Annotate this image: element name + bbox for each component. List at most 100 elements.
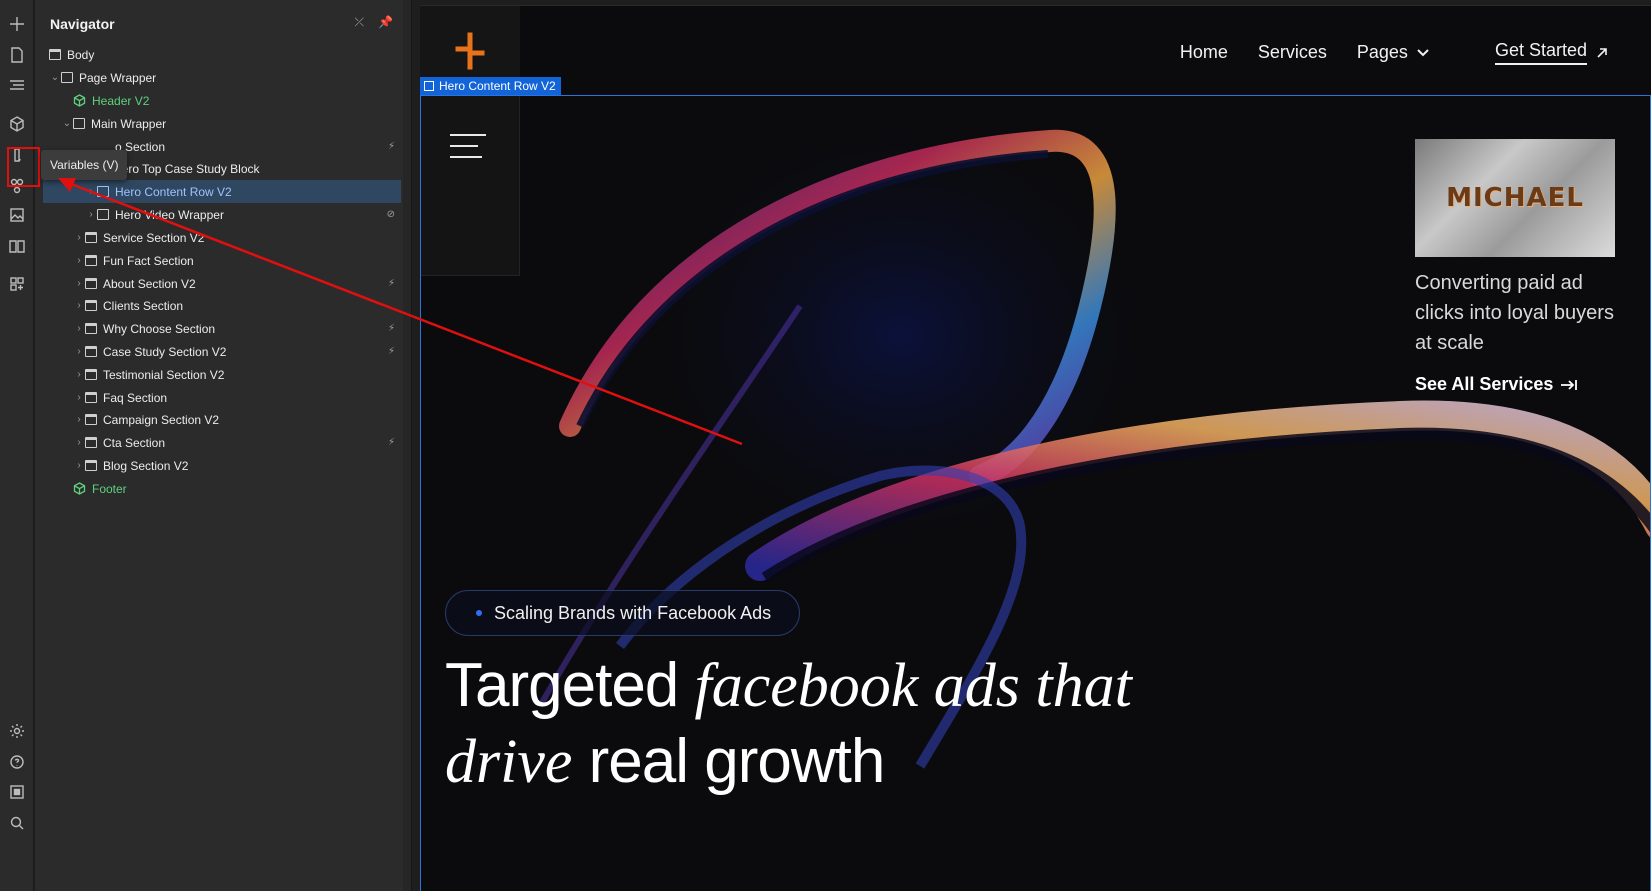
pin-icon[interactable]: 📌 — [378, 15, 393, 30]
div-block-icon — [61, 72, 73, 83]
nav-link-services[interactable]: Services — [1258, 42, 1327, 63]
section-icon — [85, 323, 97, 334]
collapse-icon[interactable]: ⤫ — [354, 15, 364, 30]
chevron-down-icon[interactable]: ⌄ — [49, 72, 61, 83]
tree-row-hero-content-row[interactable]: › Hero Content Row V2 — [43, 180, 401, 203]
component-cube-icon — [73, 482, 86, 495]
interaction-bolt-icon: ⚡ — [387, 141, 395, 152]
tree-row-body[interactable]: Body — [43, 43, 401, 66]
navigator-layers-icon[interactable] — [5, 73, 29, 97]
hero-heading-part: Targeted — [445, 651, 679, 720]
tree-row-label: Hero Top Case Study Block — [113, 161, 260, 176]
navigator-scrollbar[interactable] — [403, 0, 411, 891]
thumbnail-logo-text: MICHAEL — [1446, 183, 1584, 213]
tree-row-label: Testimonial Section V2 — [103, 367, 225, 382]
hidden-visibility-icon: ⊘ — [386, 209, 395, 220]
tree-row-faq-section[interactable]: › Faq Section — [43, 386, 401, 409]
apps-grid-icon[interactable] — [5, 272, 29, 296]
div-block-icon — [97, 209, 109, 220]
chevron-right-icon[interactable]: › — [73, 437, 85, 448]
chevron-right-icon[interactable]: › — [73, 369, 85, 380]
tree-row-label: Faq Section — [103, 390, 168, 405]
tree-row-about-section[interactable]: › About Section V2 ⚡ — [43, 272, 401, 295]
audit-square-icon[interactable] — [5, 780, 29, 804]
section-icon — [85, 346, 97, 357]
section-icon — [85, 437, 97, 448]
tree-row-label: Fun Fact Section — [103, 253, 194, 268]
tree-row-testimonial-section[interactable]: › Testimonial Section V2 — [43, 363, 401, 386]
tree-row-case-study-section[interactable]: › Case Study Section V2 ⚡ — [43, 340, 401, 363]
tree-row-label: Hero Video Wrapper — [115, 207, 224, 222]
section-icon — [85, 414, 97, 425]
hamburger-menu-icon[interactable] — [450, 134, 486, 167]
navigator-panel: Navigator ⤫ 📌 Body ⌄ Page Wrapper Header… — [35, 0, 412, 891]
div-block-icon — [424, 81, 434, 91]
tree-row-clients-section[interactable]: › Clients Section — [43, 294, 401, 317]
tree-row-label: About Section V2 — [103, 276, 196, 291]
components-cube-icon[interactable] — [5, 112, 29, 136]
chevron-down-icon[interactable]: ⌄ — [61, 118, 73, 129]
hero-heading: Targeted facebook ads that drive real gr… — [445, 648, 1205, 800]
see-all-services-link[interactable]: See All Services — [1415, 374, 1579, 395]
settings-gear-icon[interactable] — [5, 719, 29, 743]
tree-row-label: Hero Content Row V2 — [115, 184, 232, 199]
component-cube-icon — [73, 94, 86, 107]
design-canvas[interactable]: Home Services Pages Get Started Hero Con… — [420, 5, 1651, 891]
tree-row-footer[interactable]: Footer — [43, 477, 401, 500]
assets-image-icon[interactable] — [5, 203, 29, 227]
selected-element-label: Hero Content Row V2 — [439, 79, 556, 93]
chevron-right-icon[interactable]: › — [73, 300, 85, 311]
pages-icon[interactable] — [5, 43, 29, 67]
chevron-right-icon[interactable]: › — [85, 209, 97, 220]
pages-label: Pages — [1356, 42, 1408, 62]
body-element-icon — [49, 49, 61, 60]
get-started-label: Get Started — [1494, 40, 1587, 65]
cms-book-icon[interactable] — [5, 234, 29, 258]
chevron-right-icon[interactable]: › — [73, 414, 85, 425]
tree-row-label: Why Choose Section — [103, 321, 216, 336]
tree-row-header-v2[interactable]: Header V2 — [43, 89, 401, 112]
chevron-right-icon[interactable]: › — [85, 186, 97, 197]
tree-row-why-choose-section[interactable]: › Why Choose Section ⚡ — [43, 317, 401, 340]
tree-row-page-wrapper[interactable]: ⌄ Page Wrapper — [43, 66, 401, 89]
chevron-right-icon[interactable]: › — [73, 323, 85, 334]
icon-rail — [0, 0, 34, 891]
tree-row-label: Main Wrapper — [91, 116, 167, 131]
nav-link-home[interactable]: Home — [1180, 42, 1228, 63]
selected-element-tag[interactable]: Hero Content Row V2 — [420, 77, 561, 95]
bullet-dot-icon — [476, 610, 482, 616]
variables-tooltip: Variables (V) — [41, 150, 128, 180]
tree-row-service-section[interactable]: › Service Section V2 — [43, 226, 401, 249]
tree-row-main-wrapper[interactable]: ⌄ Main Wrapper — [43, 112, 401, 135]
chevron-right-icon[interactable]: › — [73, 232, 85, 243]
help-ai-icon[interactable] — [5, 749, 29, 773]
chevron-right-icon[interactable]: › — [73, 392, 85, 403]
chevron-right-icon[interactable]: › — [73, 255, 85, 266]
nav-link-pages[interactable]: Pages — [1357, 42, 1430, 63]
tree-row-hero-video-wrapper[interactable]: › Hero Video Wrapper ⊘ — [43, 203, 401, 226]
chevron-right-icon[interactable]: › — [73, 278, 85, 289]
tree-row-fun-fact-section[interactable]: › Fun Fact Section — [43, 249, 401, 272]
tree-row-label: Clients Section — [103, 298, 184, 313]
search-icon[interactable] — [5, 811, 29, 835]
chevron-right-icon[interactable]: › — [73, 460, 85, 471]
section-icon — [85, 255, 97, 266]
tree-row-cta-section[interactable]: › Cta Section ⚡ — [43, 431, 401, 454]
tagline-text: Scaling Brands with Facebook Ads — [494, 602, 772, 623]
add-panel-plus-icon[interactable] — [5, 12, 29, 36]
hero-heading-part: real growth — [588, 727, 886, 796]
section-icon — [85, 392, 97, 403]
case-study-thumbnail[interactable]: MICHAEL — [1415, 139, 1615, 257]
get-started-link[interactable]: Get Started — [1494, 40, 1609, 65]
site-navbar: Home Services Pages Get Started — [1180, 40, 1609, 65]
navigator-actions: ⤫ 📌 — [354, 15, 393, 30]
tree-row-label: Campaign Section V2 — [103, 412, 220, 427]
tree-row-blog-section[interactable]: › Blog Section V2 — [43, 454, 401, 477]
tree-row-campaign-section[interactable]: › Campaign Section V2 — [43, 408, 401, 431]
interaction-bolt-icon: ⚡ — [387, 437, 395, 448]
section-icon — [85, 232, 97, 243]
hero-heading-italic: facebook ads that — [694, 652, 1132, 720]
chevron-right-icon[interactable]: › — [73, 346, 85, 357]
tree-row-label: Case Study Section V2 — [103, 344, 227, 359]
interaction-bolt-icon: ⚡ — [387, 346, 395, 357]
